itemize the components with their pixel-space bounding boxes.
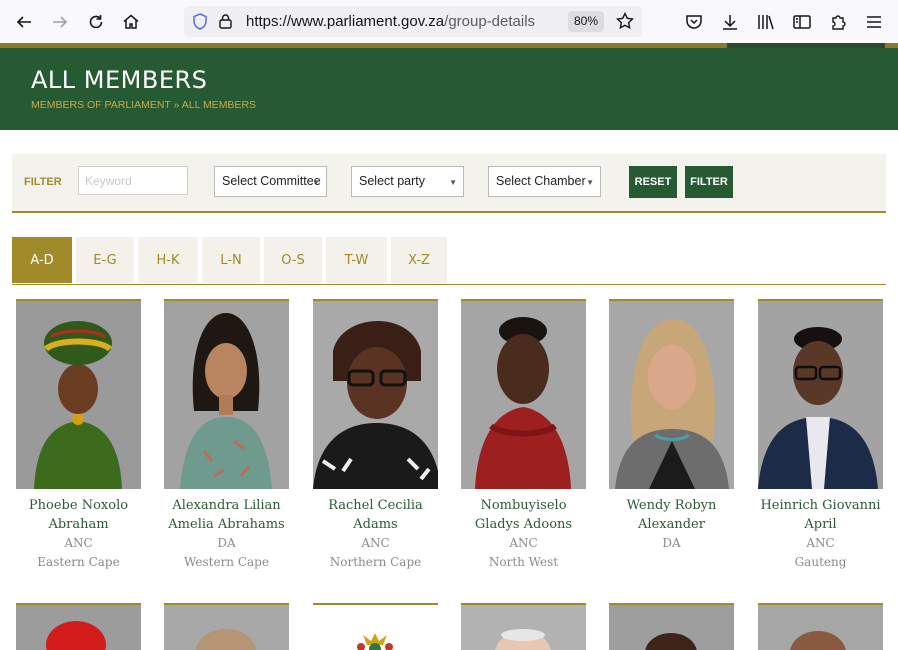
member-card[interactable]: Heinrich Giovanni April ANC Gauteng (758, 299, 883, 572)
member-party: DA (217, 536, 236, 550)
extensions-icon[interactable] (828, 12, 848, 32)
member-photo[interactable] (313, 603, 438, 650)
browser-toolbar: https://www.parliament.gov.za/group-deta… (0, 0, 898, 44)
member-name[interactable]: Heinrich Giovanni April (758, 496, 883, 534)
reset-button[interactable]: RESET (629, 166, 677, 198)
chevron-down-icon: ▼ (312, 178, 320, 187)
downloads-icon[interactable] (720, 12, 740, 32)
member-photo[interactable] (16, 299, 141, 489)
chamber-select-value: Select Chamber (496, 174, 586, 188)
committee-select-value: Select Committee (222, 174, 321, 188)
url-host: https://www.parliament.gov.za (246, 13, 445, 30)
keyword-input[interactable] (78, 166, 188, 195)
member-photo[interactable] (758, 299, 883, 489)
member-card[interactable]: Phoebe Noxolo Abraham ANC Eastern Cape (16, 299, 141, 572)
url-bar[interactable]: https://www.parliament.gov.za/group-deta… (184, 6, 642, 37)
member-card[interactable]: Nombuyiselo Gladys Adoons ANC North West (461, 299, 586, 572)
bookmark-star-icon[interactable] (616, 12, 634, 30)
forward-icon[interactable] (49, 11, 71, 33)
lock-icon[interactable] (218, 13, 233, 30)
tab-l-n[interactable]: L-N (202, 237, 260, 283)
pocket-icon[interactable] (684, 12, 704, 32)
tab-x-z[interactable]: X-Z (391, 237, 447, 283)
member-photo[interactable] (461, 603, 586, 650)
member-province: Northern Cape (329, 555, 422, 569)
member-card[interactable]: Rachel Cecilia Adams ANC Northern Cape (313, 299, 438, 572)
member-party: ANC (361, 536, 390, 550)
breadcrumb[interactable]: MEMBERS OF PARLIAMENT » ALL MEMBERS (31, 99, 256, 111)
filter-button[interactable]: FILTER (685, 166, 733, 198)
tab-o-s[interactable]: O-S (264, 237, 322, 283)
member-province: Gauteng (794, 555, 847, 569)
member-card[interactable]: Wendy Robyn Alexander DA (609, 299, 734, 553)
chevron-down-icon: ▼ (586, 178, 594, 187)
tab-e-g[interactable]: E-G (76, 237, 134, 283)
member-province: North West (488, 555, 559, 569)
member-party: DA (662, 536, 681, 550)
party-select[interactable]: Select party ▼ (351, 166, 464, 197)
chevron-down-icon: ▼ (449, 178, 457, 187)
member-photo[interactable] (16, 603, 141, 650)
page-banner: ALL MEMBERS MEMBERS OF PARLIAMENT » ALL … (0, 48, 898, 130)
member-card[interactable]: Alexandra Lilian Amelia Abrahams DA West… (164, 299, 289, 572)
url-path: /group-details (444, 13, 536, 30)
tab-h-k[interactable]: H-K (138, 237, 198, 283)
member-photo[interactable] (164, 603, 289, 650)
home-icon[interactable] (120, 11, 142, 33)
member-name[interactable]: Phoebe Noxolo Abraham (16, 496, 141, 534)
alphabet-tabs: A-D E-G H-K L-N O-S T-W X-Z (12, 237, 886, 285)
url-text[interactable]: https://www.parliament.gov.za/group-deta… (246, 13, 535, 30)
zoom-level-badge[interactable]: 80% (568, 11, 604, 32)
back-icon[interactable] (13, 11, 35, 33)
tracking-shield-icon[interactable] (192, 13, 208, 30)
tab-a-d[interactable]: A-D (12, 237, 72, 283)
member-photo[interactable] (609, 603, 734, 650)
chamber-select[interactable]: Select Chamber ▼ (488, 166, 601, 197)
page-title: ALL MEMBERS (31, 66, 208, 94)
menu-icon[interactable] (864, 12, 884, 32)
sidebar-icon[interactable] (792, 12, 812, 32)
filter-bar: FILTER Select Committee▼ Select party▼ S… (12, 154, 886, 213)
member-party: ANC (806, 536, 835, 550)
committee-select[interactable]: Select Committee ▼ (214, 166, 327, 197)
member-party: ANC (64, 536, 93, 550)
member-photo[interactable] (164, 299, 289, 489)
member-name[interactable]: Nombuyiselo Gladys Adoons (461, 496, 586, 534)
member-name[interactable]: Rachel Cecilia Adams (313, 496, 438, 534)
reload-icon[interactable] (85, 11, 107, 33)
member-photo[interactable] (758, 603, 883, 650)
member-name[interactable]: Wendy Robyn Alexander (609, 496, 734, 534)
filter-label: FILTER (24, 176, 62, 188)
member-photo[interactable] (313, 299, 438, 489)
member-province: Western Cape (184, 555, 269, 569)
party-select-value: Select party (359, 174, 426, 188)
member-photo[interactable] (461, 299, 586, 489)
library-icon[interactable] (756, 12, 776, 32)
tab-t-w[interactable]: T-W (326, 237, 387, 283)
member-photo[interactable] (609, 299, 734, 489)
member-name[interactable]: Alexandra Lilian Amelia Abrahams (164, 496, 289, 534)
member-province: Eastern Cape (37, 555, 120, 569)
member-party: ANC (509, 536, 538, 550)
